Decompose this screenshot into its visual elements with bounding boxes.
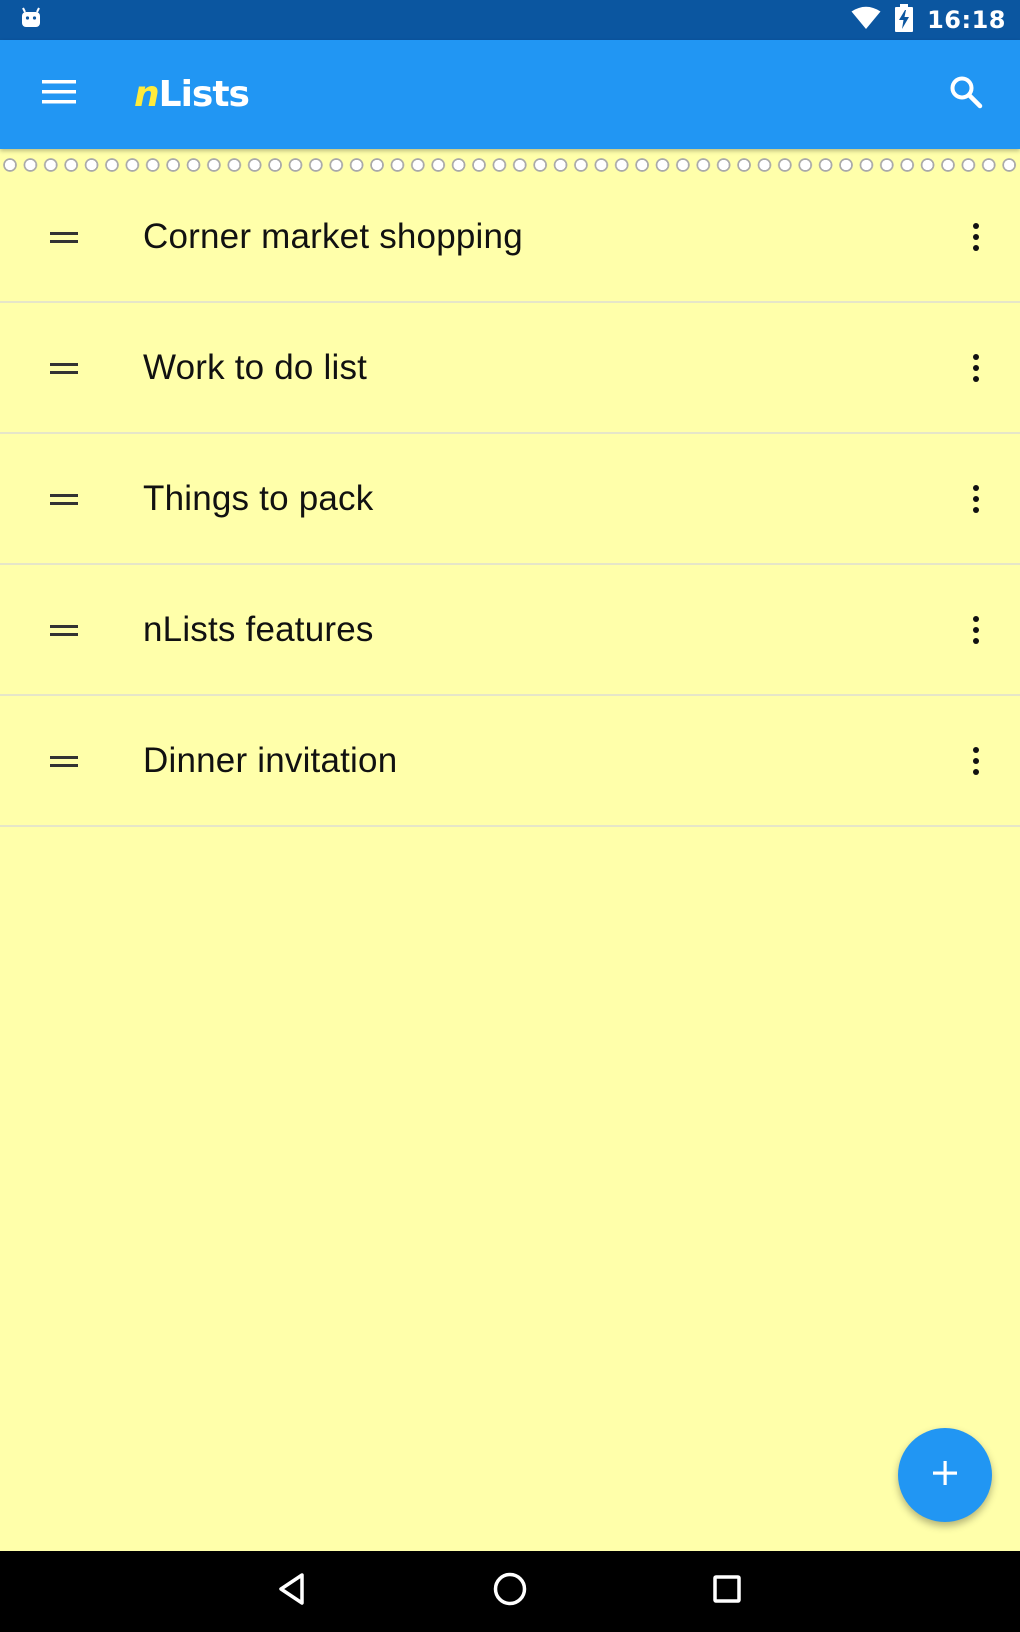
search-button[interactable] — [942, 71, 990, 119]
overflow-menu-icon[interactable] — [958, 737, 994, 785]
home-circle-icon — [492, 1571, 528, 1612]
list-item-label[interactable]: Dinner invitation — [143, 741, 397, 781]
plus-icon — [930, 1458, 960, 1493]
app-title: n Lists — [134, 74, 250, 115]
list-item-label[interactable]: Work to do list — [143, 348, 367, 388]
list-item-label[interactable]: Things to pack — [143, 479, 373, 519]
recents-button[interactable] — [697, 1562, 757, 1622]
overflow-menu-icon[interactable] — [958, 213, 994, 261]
list-item-label[interactable]: Corner market shopping — [143, 217, 523, 257]
android-icon — [20, 7, 42, 34]
list-item-label[interactable]: nLists features — [143, 610, 374, 650]
navigation-bar — [0, 1551, 1020, 1632]
status-time: 16:18 — [927, 6, 1006, 34]
recents-square-icon — [712, 1574, 742, 1609]
hamburger-menu-icon — [42, 79, 76, 110]
overflow-menu-icon[interactable] — [958, 475, 994, 523]
status-bar: 16:18 — [0, 0, 1020, 40]
wifi-icon — [851, 6, 881, 35]
overflow-menu-icon[interactable] — [958, 344, 994, 392]
menu-button[interactable] — [0, 40, 122, 149]
add-list-button[interactable] — [898, 1428, 992, 1522]
list-item[interactable]: nLists features — [0, 565, 1020, 696]
app-title-rest: Lists — [158, 74, 250, 115]
lists-container: Corner market shopping Work to do list T… — [0, 173, 1020, 827]
drag-handle-icon[interactable] — [50, 622, 80, 638]
search-icon — [949, 75, 983, 114]
app-bar: n Lists — [0, 40, 1020, 149]
list-item[interactable]: Things to pack — [0, 434, 1020, 565]
drag-handle-icon[interactable] — [50, 753, 80, 769]
back-triangle-icon — [277, 1572, 307, 1611]
list-item[interactable]: Dinner invitation — [0, 696, 1020, 827]
home-button[interactable] — [480, 1562, 540, 1622]
app-title-prefix: n — [134, 74, 160, 115]
back-button[interactable] — [262, 1562, 322, 1622]
list-item[interactable]: Work to do list — [0, 303, 1020, 434]
battery-charging-icon — [895, 3, 914, 37]
list-item[interactable]: Corner market shopping — [0, 173, 1020, 303]
drag-handle-icon[interactable] — [50, 229, 80, 245]
drag-handle-icon[interactable] — [50, 360, 80, 376]
overflow-menu-icon[interactable] — [958, 606, 994, 654]
drag-handle-icon[interactable] — [50, 491, 80, 507]
